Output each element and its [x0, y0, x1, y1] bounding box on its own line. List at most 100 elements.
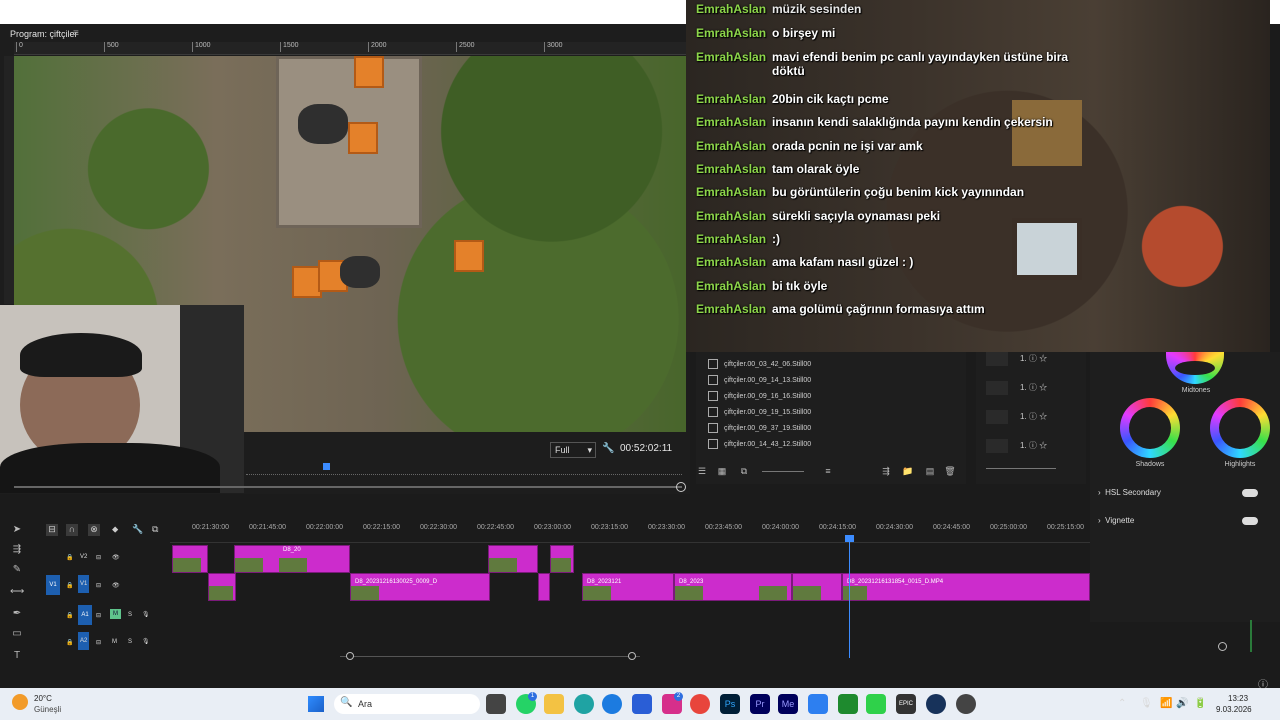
wifi-icon[interactable]: 📶	[1160, 698, 1172, 709]
shadows-wheel[interactable]	[1120, 398, 1180, 458]
thumbnail-size-slider[interactable]	[762, 471, 804, 472]
vignette-toggle[interactable]	[1242, 517, 1258, 525]
epic-games-icon[interactable]: EPIC	[896, 694, 916, 714]
automate-sequence-icon[interactable]: ⇶	[880, 466, 892, 478]
zoom-scroll-bar[interactable]	[14, 486, 682, 488]
linked-selection-icon[interactable]: ⊗	[88, 524, 100, 536]
timeline-clip[interactable]: D8_20	[234, 545, 350, 573]
wrench-icon[interactable]: 🔧	[602, 443, 614, 454]
scroll-handle[interactable]	[346, 652, 354, 660]
new-item-icon[interactable]: ▤	[924, 466, 936, 478]
app-icon[interactable]	[574, 694, 594, 714]
app-icon[interactable]	[956, 694, 976, 714]
timeline-clip[interactable]: D8_20231216131854_0015_D.MP4	[842, 573, 1090, 601]
playhead-handle[interactable]	[845, 535, 854, 542]
timeline-settings-icon[interactable]: 🔧	[132, 524, 143, 535]
app-icon[interactable]	[808, 694, 828, 714]
program-monitor-title[interactable]: Program: çiftçiler	[10, 29, 78, 39]
timeline-tick: 00:24:30:00	[876, 524, 913, 531]
hamburger-icon[interactable]: ≡	[73, 28, 79, 39]
add-marker-icon[interactable]: ⬥	[112, 524, 118, 535]
trash-icon[interactable]: 🗑	[944, 466, 956, 478]
windows-start-icon[interactable]	[308, 696, 324, 712]
icon-view-icon[interactable]: ▦	[716, 466, 728, 478]
slip-tool-icon[interactable]: ⟷	[10, 586, 24, 600]
rectangle-tool-icon[interactable]: ▭	[10, 628, 24, 642]
battery-icon[interactable]: 🔋	[1194, 698, 1206, 709]
track-header-v2: 🔒 V2 ⊟ 👁	[66, 554, 120, 561]
timeline-clip[interactable]: D8_20231216130025_0009_D	[350, 573, 490, 601]
razor-tool-icon[interactable]: ✎	[10, 564, 24, 578]
snap-icon[interactable]: ⊟	[46, 524, 58, 536]
effect-row[interactable]: 1. ⓘ ☆	[986, 381, 1082, 397]
timeline-clip[interactable]	[538, 573, 550, 601]
steam-icon[interactable]	[926, 694, 946, 714]
effects-size-slider[interactable]	[986, 468, 1056, 469]
timeline-clip[interactable]	[488, 545, 538, 573]
selection-tool-icon[interactable]: ➤	[10, 524, 24, 538]
list-view-icon[interactable]: ☰	[696, 466, 708, 478]
bin-item[interactable]: çiftçiler.00_09_14_13.Still00	[708, 375, 811, 389]
type-tool-icon[interactable]: T	[10, 650, 24, 664]
timeline-tick: 00:23:30:00	[648, 524, 685, 531]
taskbar-search[interactable]: 🔍 Ara	[334, 694, 480, 714]
sort-icon[interactable]: ≡	[822, 466, 834, 478]
store-icon[interactable]	[632, 694, 652, 714]
highlights-label: Highlights	[1224, 461, 1256, 468]
timeline-clip[interactable]	[208, 573, 236, 601]
hsl-toggle[interactable]	[1242, 489, 1258, 497]
chrome-icon[interactable]	[690, 694, 710, 714]
track-label-a1[interactable]: A1	[78, 605, 92, 625]
effect-row[interactable]: 1. ⓘ ☆	[986, 410, 1082, 426]
bin-item[interactable]: çiftçiler.00_03_42_06.Still00	[708, 359, 811, 373]
notification-icon[interactable]: ⓘ	[1258, 676, 1268, 691]
bin-item[interactable]: çiftçiler.00_09_16_16.Still00	[708, 391, 811, 405]
timeline-clip[interactable]	[172, 545, 208, 573]
nvidia-icon[interactable]	[838, 694, 858, 714]
scrub-playhead[interactable]	[323, 463, 330, 470]
file-explorer-icon[interactable]	[544, 694, 564, 714]
bin-item[interactable]: çiftçiler.00_14_43_12.Still00	[708, 439, 811, 453]
search-label: Ara	[358, 699, 373, 709]
pen-tool-icon[interactable]: ✒	[10, 608, 24, 622]
taskbar-time[interactable]: 13:23	[1228, 694, 1248, 703]
highlights-wheel[interactable]	[1210, 398, 1270, 458]
weather-icon[interactable]	[12, 694, 28, 710]
task-view-icon[interactable]	[486, 694, 506, 714]
scrub-bar[interactable]	[246, 468, 682, 475]
photoshop-icon[interactable]: Ps	[720, 694, 740, 714]
edge-icon[interactable]	[602, 694, 622, 714]
taskbar-date[interactable]: 9.03.2026	[1216, 705, 1252, 714]
effect-row[interactable]: 1. ⓘ ☆	[986, 352, 1082, 368]
timeline-clip[interactable]	[550, 545, 574, 573]
freeform-view-icon[interactable]: ⧉	[738, 466, 750, 478]
scroll-handle[interactable]	[628, 652, 636, 660]
magnet-icon[interactable]: ∩	[66, 524, 78, 536]
chevron-up-icon[interactable]: ⌃	[1118, 698, 1126, 709]
timeline-clip[interactable]: D8_2023121	[582, 573, 674, 601]
still-image-icon	[708, 359, 718, 369]
effect-row[interactable]: 1. ⓘ ☆	[986, 439, 1082, 455]
captions-icon[interactable]: ⧉	[152, 524, 158, 535]
scroll-handle[interactable]	[676, 482, 686, 492]
vertical-scroll-handle[interactable]	[1218, 642, 1227, 651]
zoom-select[interactable]: Full ▾	[550, 442, 596, 458]
timeline-ruler[interactable]: 00:21:30:00 00:21:45:00 00:22:00:00 00:2…	[170, 524, 1090, 543]
weather-temp[interactable]: 20°C	[34, 694, 52, 703]
timeline-scroll[interactable]	[340, 656, 640, 657]
new-bin-icon[interactable]: 📁	[902, 466, 914, 478]
kick-icon[interactable]	[866, 694, 886, 714]
track-select-icon[interactable]: ⇶	[10, 544, 24, 558]
microphone-icon[interactable]: 🎙	[1140, 698, 1153, 709]
volume-icon[interactable]: 🔊	[1176, 698, 1188, 709]
hsl-secondary-section[interactable]: › HSL Secondary	[1098, 488, 1161, 497]
bin-item[interactable]: çiftçiler.00_09_37_19.Still00	[708, 423, 811, 437]
timeline-playhead[interactable]	[849, 536, 850, 658]
bin-item[interactable]: çiftçiler.00_09_19_15.Still00	[708, 407, 811, 421]
vignette-section[interactable]: › Vignette	[1098, 516, 1134, 525]
premiere-icon[interactable]: Pr	[750, 694, 770, 714]
media-encoder-icon[interactable]: Me	[778, 694, 798, 714]
whatsapp-badge: 1	[528, 692, 537, 701]
timeline-clip[interactable]	[792, 573, 842, 601]
timeline-clip[interactable]: D8_2023	[674, 573, 792, 601]
